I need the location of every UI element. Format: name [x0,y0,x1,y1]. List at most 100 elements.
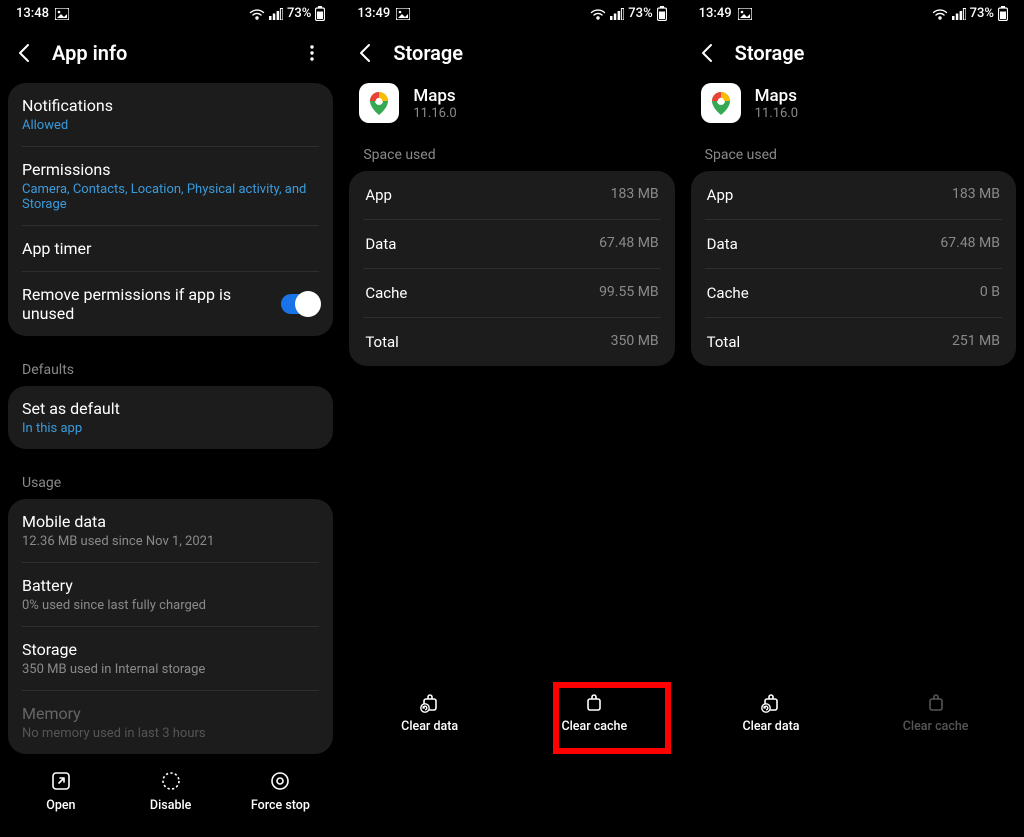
settings-card-1: Notifications Allowed Permissions Camera… [8,83,333,336]
toggle-remove-permissions[interactable] [281,294,319,314]
clear-data-button[interactable]: Clear data [701,685,841,740]
battery-icon [657,6,667,21]
row-mobile-data[interactable]: Mobile data 12.36 MB used since Nov 1, 2… [8,499,333,562]
app-icon-maps [701,83,741,123]
space-row-app: App 183 MB [349,171,674,219]
section-space-used: Space used [683,141,1024,171]
row-title: Storage [22,640,319,659]
force-stop-button[interactable]: Force stop [235,764,325,819]
space-row-data: Data 67.48 MB [349,220,674,268]
panel-storage-before: 13:49 73% Storage Maps [341,0,682,758]
clear-cache-button[interactable]: Clear cache [524,685,664,740]
app-icon-maps [359,83,399,123]
row-sub: Allowed [22,118,319,133]
space-label: Total [707,333,741,351]
space-label: App [365,186,392,204]
row-title: Battery [22,576,319,595]
section-usage: Usage [0,459,341,499]
row-title: Notifications [22,96,319,115]
status-time: 13:49 [699,6,732,21]
row-app-timer[interactable]: App timer [8,226,333,271]
space-value: 0 B [980,284,1000,302]
row-title: Remove permissions if app is unused [22,285,268,323]
open-button[interactable]: Open [16,764,106,819]
bottom-bar: Clear data Clear cache [683,675,1024,758]
app-version: 11.16.0 [755,106,798,121]
row-title: Permissions [22,160,319,179]
button-label: Clear data [401,719,458,734]
wifi-icon [932,8,948,20]
picture-icon [55,8,69,20]
wifi-icon [590,8,606,20]
space-value: 183 MB [611,186,659,204]
space-row-app: App 183 MB [691,171,1016,219]
space-row-total: Total 350 MB [349,318,674,366]
row-title: App timer [22,239,319,258]
row-sub: Camera, Contacts, Location, Physical act… [22,182,319,212]
button-label: Clear data [742,719,799,734]
panel-storage-after: 13:49 73% Storage Maps [683,0,1024,758]
status-battery: 73% [287,6,311,21]
row-remove-permissions[interactable]: Remove permissions if app is unused [8,272,333,336]
button-label: Clear cache [561,719,627,734]
row-memory[interactable]: Memory No memory used in last 3 hours [8,691,333,754]
space-card: App 183 MB Data 67.48 MB Cache 99.55 MB … [349,171,674,366]
more-icon[interactable] [303,44,327,62]
space-value: 251 MB [952,333,1000,351]
app-header: Maps 11.16.0 [683,83,1024,141]
row-sub: 350 MB used in Internal storage [22,662,319,677]
status-battery: 73% [970,6,994,21]
space-label: Cache [707,284,749,302]
page-title: Storage [393,41,668,65]
signal-icon [269,8,283,20]
space-row-data: Data 67.48 MB [691,220,1016,268]
row-permissions[interactable]: Permissions Camera, Contacts, Location, … [8,147,333,225]
row-set-default[interactable]: Set as default In this app [8,386,333,449]
space-label: Data [365,235,396,253]
signal-icon [610,8,624,20]
space-row-cache: Cache 99.55 MB [349,269,674,317]
button-label: Disable [150,798,191,813]
row-storage[interactable]: Storage 350 MB used in Internal storage [8,627,333,690]
row-sub: 12.36 MB used since Nov 1, 2021 [22,534,319,549]
space-value: 67.48 MB [599,235,659,253]
space-value: 99.55 MB [599,284,659,302]
panel-app-info: 13:48 73% App info Notif [0,0,341,758]
space-value: 67.48 MB [940,235,1000,253]
section-space-used: Space used [341,141,682,171]
row-title: Mobile data [22,512,319,531]
row-battery[interactable]: Battery 0% used since last fully charged [8,563,333,626]
button-label: Clear cache [903,719,969,734]
row-notifications[interactable]: Notifications Allowed [8,83,333,146]
clear-data-button[interactable]: Clear data [360,685,500,740]
signal-icon [952,8,966,20]
settings-card-defaults: Set as default In this app [8,386,333,449]
space-card: App 183 MB Data 67.48 MB Cache 0 B Total… [691,171,1016,366]
space-label: Cache [365,284,407,302]
disable-button[interactable]: Disable [126,764,216,819]
app-name: Maps [755,86,798,106]
row-sub: 0% used since last fully charged [22,598,319,613]
status-time: 13:49 [357,6,390,21]
app-name: Maps [413,86,456,106]
space-row-total: Total 251 MB [691,318,1016,366]
button-label: Open [46,798,75,813]
clear-cache-button: Clear cache [866,685,1006,740]
space-label: Total [365,333,399,351]
button-label: Force stop [251,798,310,813]
back-icon[interactable] [355,42,377,64]
status-time: 13:48 [16,6,49,21]
space-value: 183 MB [952,186,1000,204]
space-value: 350 MB [611,333,659,351]
back-icon[interactable] [14,42,36,64]
battery-icon [998,6,1008,21]
page-title: App info [52,41,287,65]
row-title: Set as default [22,399,319,418]
settings-card-usage: Mobile data 12.36 MB used since Nov 1, 2… [8,499,333,754]
battery-icon [315,6,325,21]
status-battery: 73% [628,6,652,21]
back-icon[interactable] [697,42,719,64]
status-bar: 13:49 73% [341,0,682,25]
bottom-bar: Clear data Clear cache [341,675,682,758]
row-sub: In this app [22,421,319,436]
